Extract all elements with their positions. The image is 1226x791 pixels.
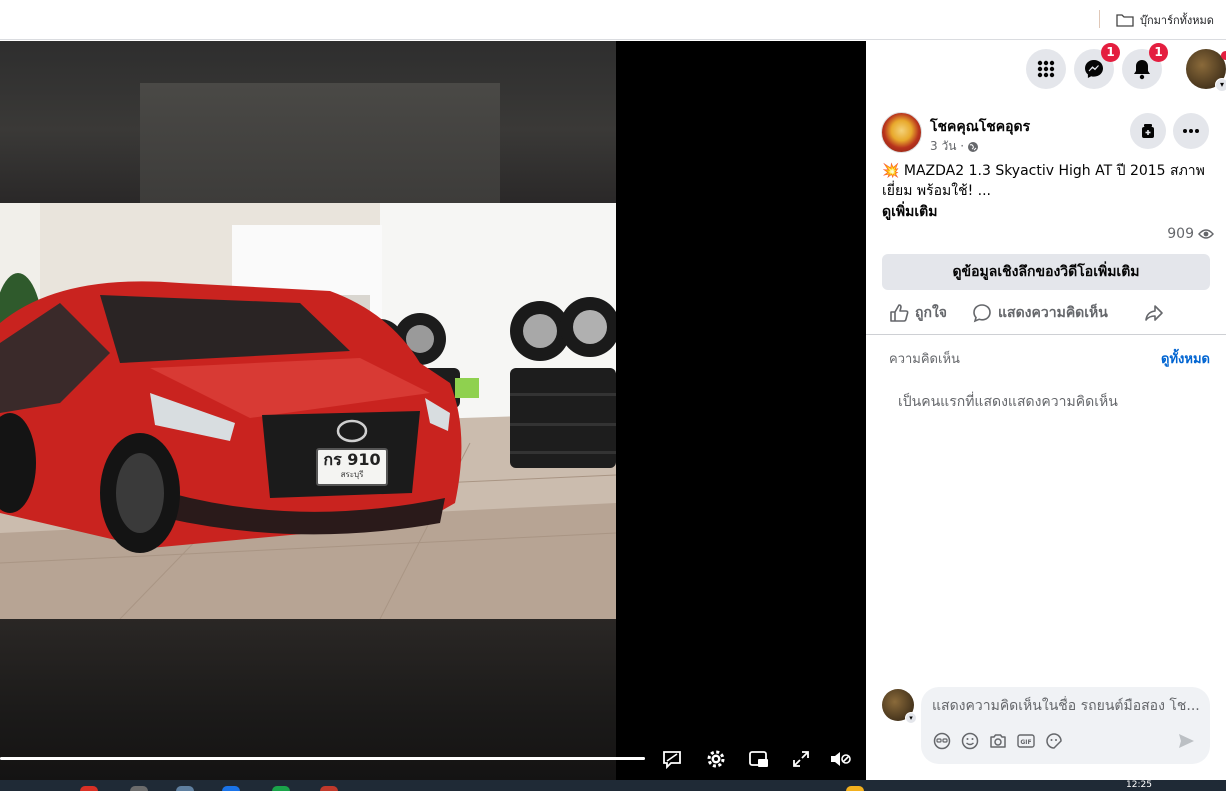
bookmarks-separator: [1099, 10, 1100, 28]
view-count: 909: [1167, 226, 1214, 242]
comment-button[interactable]: แสดงความคิดเห็น: [972, 299, 1108, 327]
notifications-button[interactable]: 1: [1122, 43, 1168, 89]
eye-icon: [1198, 229, 1214, 239]
messenger-badge: 1: [1101, 43, 1120, 62]
photo-button[interactable]: [988, 731, 1008, 751]
see-all-comments-link[interactable]: ดูทั้งหมด: [1161, 348, 1210, 369]
app-taskbar-icon[interactable]: [176, 786, 194, 791]
account-avatar-button[interactable]: ▾: [1186, 49, 1226, 92]
folder-icon: [1116, 14, 1134, 27]
actions-divider: [866, 334, 1226, 335]
see-more-link[interactable]: ดูเพิ่มเติม: [882, 201, 937, 223]
smiley-icon: [961, 732, 979, 750]
plate-province: สระบุรี: [340, 470, 364, 479]
comment-icon: [973, 304, 991, 323]
settings-button[interactable]: [702, 745, 730, 773]
thumbs-up-icon: [890, 304, 909, 322]
car-illustration: [0, 203, 616, 619]
video-insights-button[interactable]: ดูข้อมูลเชิงลึกของวิดีโอเพิ่มเติม: [882, 254, 1210, 290]
video-player[interactable]: กร 910 สระบุรี: [0, 41, 866, 780]
first-comment-prompt: เป็นคนแรกที่แสดงแสดงความคิดเห็น: [898, 394, 1118, 410]
post-panel: 1 1 ▾ โชคคุณโชคอุดร 3 วัน · 💥 MAZDA2 1.3…: [866, 41, 1226, 780]
globe-icon: [968, 141, 979, 152]
chrome-taskbar-icon[interactable]: [80, 786, 98, 791]
send-comment-button[interactable]: [1176, 731, 1196, 751]
like-button[interactable]: ถูกใจ: [889, 299, 947, 327]
app-taskbar-icon[interactable]: [130, 786, 148, 791]
comment-input[interactable]: [932, 696, 1202, 716]
post-time[interactable]: 3 วัน ·: [930, 137, 964, 156]
app-taskbar-icon[interactable]: [320, 786, 338, 791]
gear-icon: [707, 750, 725, 768]
video-bg-bottom: [0, 618, 616, 780]
app-taskbar-icon[interactable]: [222, 786, 240, 791]
camera-icon: [990, 734, 1006, 748]
send-icon: [1179, 734, 1194, 748]
comment-composer: GIF: [921, 687, 1210, 764]
sticker-icon: [1046, 733, 1062, 749]
video-frame[interactable]: กร 910 สระบุรี: [0, 41, 616, 780]
save-post-button[interactable]: [1130, 113, 1166, 149]
video-progress-fill: [0, 757, 645, 760]
car-photo: กร 910 สระบุรี: [0, 203, 616, 619]
expand-icon: [793, 751, 809, 767]
taskbar-clock: 12:25: [1126, 780, 1152, 790]
my-avatar[interactable]: ▾: [882, 689, 917, 724]
bookmarks-bar: บุ๊กมาร์กทั้งหมด: [0, 0, 1226, 40]
picture-in-picture-icon: [749, 751, 768, 767]
post-text-line-1: 💥 MAZDA2 1.3 Skyactiv High AT ปี 2015 สภ…: [882, 163, 1205, 179]
os-taskbar: 12:25: [0, 780, 1226, 791]
emoji-button[interactable]: [960, 731, 980, 751]
video-bg-wall: [140, 83, 500, 203]
messenger-icon: [1085, 60, 1103, 78]
bell-icon: [1134, 60, 1150, 80]
avatar-sticker-icon: [933, 732, 951, 750]
messenger-button[interactable]: 1: [1074, 43, 1120, 89]
app-taskbar-icon[interactable]: [846, 786, 864, 791]
post-text-line-2: เยี่ยม พร้อมใช้! ...: [882, 183, 992, 199]
more-options-button[interactable]: [1173, 113, 1209, 149]
gif-button[interactable]: GIF: [1016, 731, 1036, 751]
page-avatar[interactable]: [881, 112, 922, 153]
miniplayer-button[interactable]: [745, 745, 773, 773]
volume-button[interactable]: [826, 745, 854, 773]
captions-icon: [663, 751, 681, 770]
video-progress-bar[interactable]: [0, 757, 645, 760]
plate-number: กร 910: [323, 450, 381, 469]
line-taskbar-icon[interactable]: [272, 786, 290, 791]
sticker-button[interactable]: [1044, 731, 1064, 751]
captions-button[interactable]: [658, 745, 686, 773]
all-bookmarks-button[interactable]: บุ๊กมาร์กทั้งหมด: [1116, 10, 1214, 30]
all-bookmarks-label: บุ๊กมาร์กทั้งหมด: [1140, 14, 1214, 27]
comments-label: ความคิดเห็น: [889, 352, 960, 367]
notifications-badge: 1: [1149, 43, 1168, 62]
like-label: ถูกใจ: [915, 305, 947, 321]
bookmark-icon: [1142, 124, 1154, 138]
more-horizontal-icon: [1183, 129, 1199, 133]
comment-label: แสดงความคิดเห็น: [998, 305, 1108, 321]
post-text: 💥 MAZDA2 1.3 Skyactiv High AT ปี 2015 สภ…: [882, 161, 1212, 201]
svg-text:GIF: GIF: [1020, 739, 1031, 746]
license-plate: กร 910 สระบุรี: [316, 448, 388, 486]
volume-icon: [831, 752, 851, 766]
avatar-sticker-button[interactable]: [932, 731, 952, 751]
view-count-value: 909: [1167, 226, 1194, 242]
fullscreen-button[interactable]: [787, 745, 815, 773]
gif-icon: GIF: [1017, 734, 1035, 748]
menu-button[interactable]: [1026, 49, 1066, 89]
grid-menu-icon: [1037, 60, 1055, 78]
share-icon: [1145, 305, 1163, 321]
chevron-down-icon: ▾: [905, 712, 917, 724]
chevron-down-icon: ▾: [1215, 78, 1226, 92]
status-dot: [1221, 51, 1226, 60]
share-button[interactable]: [1144, 299, 1164, 327]
post-meta: 3 วัน ·: [930, 137, 979, 156]
page-name[interactable]: โชคคุณโชคอุดร: [930, 116, 1030, 138]
